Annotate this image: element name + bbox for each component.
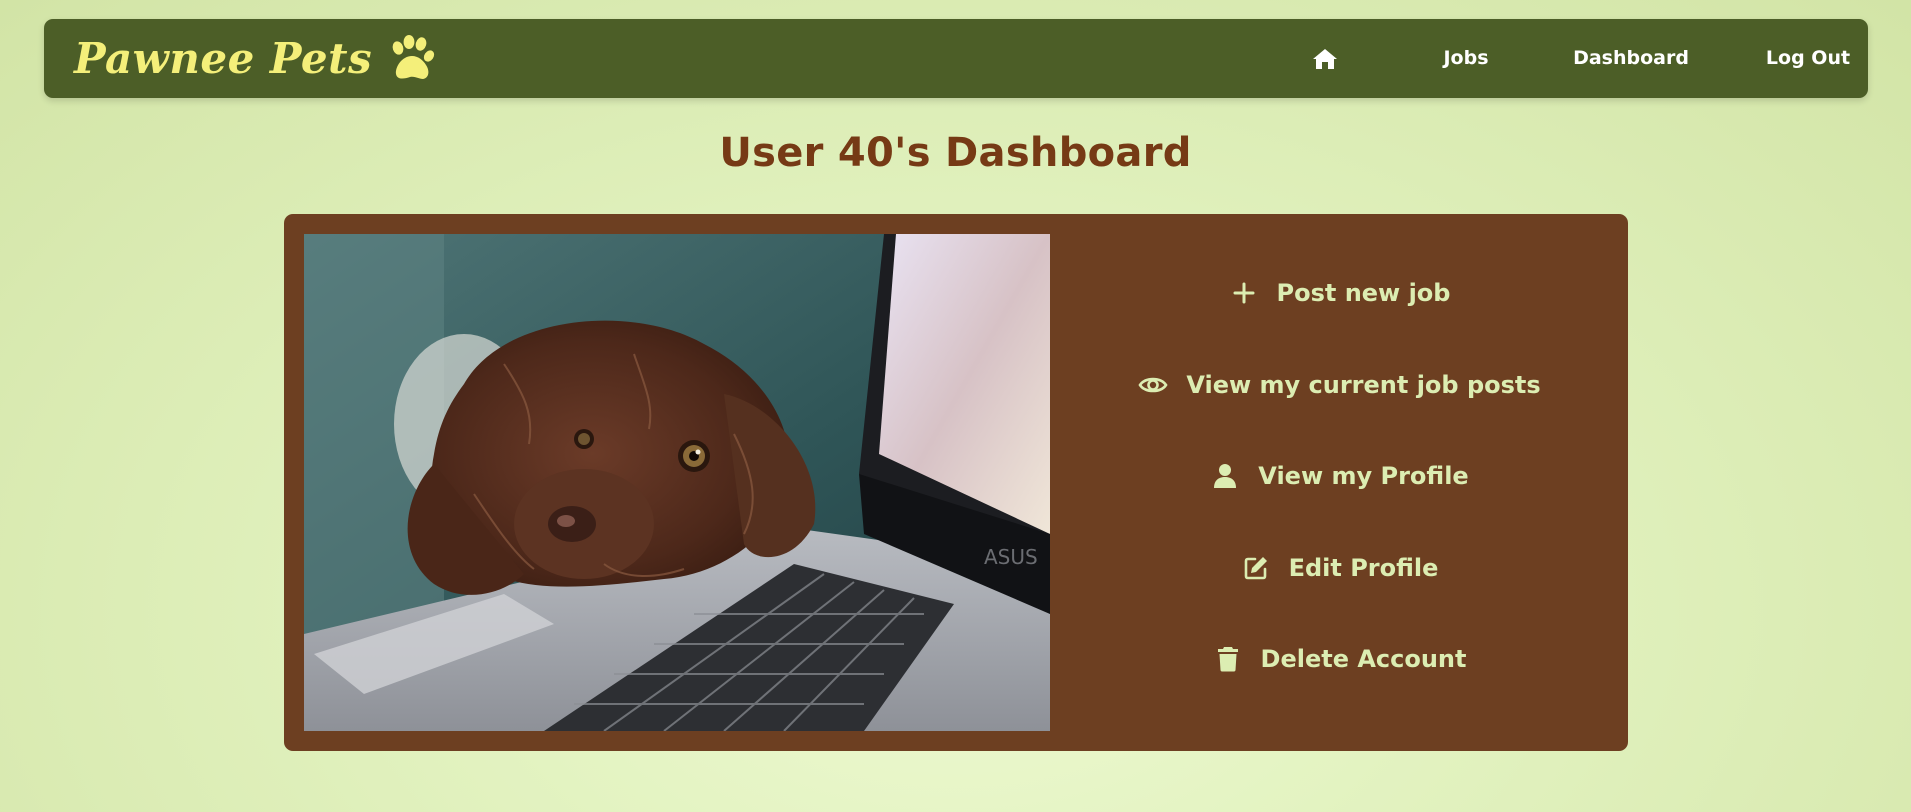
brand-name: Pawnee Pets [74,34,373,83]
dashboard-panel: ASUS Post new job View my current job po… [284,214,1628,751]
dashboard-actions: Post new job View my current job posts V… [1051,214,1628,751]
brand-logo-link[interactable]: Pawnee Pets [74,30,436,88]
trash-icon [1213,644,1243,674]
svg-text:ASUS: ASUS [984,545,1038,569]
view-job-posts-label: View my current job posts [1186,371,1541,399]
edit-profile-button[interactable]: Edit Profile [1051,544,1628,592]
home-icon [1313,49,1337,69]
delete-account-label: Delete Account [1260,645,1467,673]
eye-icon [1138,370,1168,400]
home-nav-link[interactable] [1310,45,1340,73]
dog-laptop-photo: ASUS [304,234,1050,731]
dashboard-nav-link[interactable]: Dashboard [1568,19,1694,98]
post-new-job-button[interactable]: Post new job [1051,269,1628,317]
page-title: User 40's Dashboard [719,130,1192,176]
view-job-posts-button[interactable]: View my current job posts [1051,361,1628,409]
delete-account-button[interactable]: Delete Account [1051,635,1628,683]
edit-profile-label: Edit Profile [1288,554,1439,582]
jobs-nav-link[interactable]: Jobs [1430,19,1502,98]
plus-icon [1229,278,1259,308]
logout-nav-link[interactable]: Log Out [1762,19,1854,98]
paw-icon [392,35,435,79]
user-icon [1210,461,1240,491]
navbar: Pawnee Pets Jobs Dashboard Log Out [44,19,1868,98]
edit-icon [1241,553,1271,583]
view-profile-label: View my Profile [1258,462,1469,490]
view-profile-button[interactable]: View my Profile [1051,452,1628,500]
post-new-job-label: Post new job [1276,279,1451,307]
